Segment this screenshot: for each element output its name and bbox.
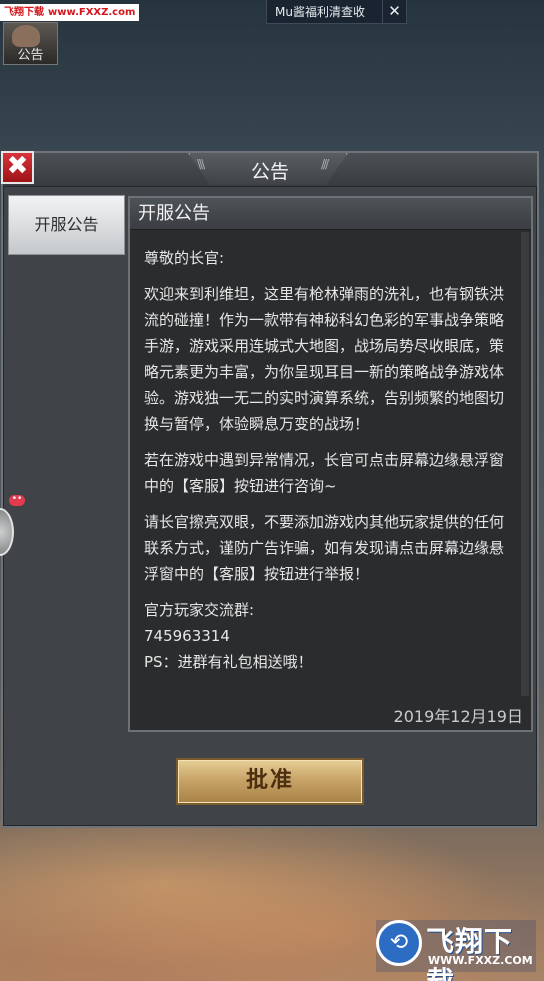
content-panel: 开服公告 尊敬的长官: 欢迎来到利维坦，这里有枪林弹雨的洗礼，也有钢铁洪流的碰撞… (128, 196, 533, 732)
background-sky (0, 0, 544, 160)
intro-paragraph: 欢迎来到利维坦，这里有枪林弹雨的洗礼，也有钢铁洪流的碰撞！作为一款带有神秘科幻色… (144, 285, 505, 433)
notice-button[interactable]: 公告 (3, 22, 58, 65)
group-number: 745963314 (144, 627, 230, 645)
ps-note: PS：进群有礼包相送哦！ (144, 653, 313, 671)
top-toast[interactable]: Mu酱福利清查收 ✕ (266, 0, 407, 24)
panel-body[interactable]: 尊敬的长官: 欢迎来到利维坦，这里有枪林弹雨的洗礼，也有钢铁洪流的碰撞！作为一款… (130, 231, 517, 698)
approve-button[interactable]: 批准 (176, 758, 364, 805)
watermark-emblem-icon: ⟲ (376, 920, 422, 966)
warning-paragraph: 请长官擦亮双眼，不要添加游戏内其他玩家提供的任何联系方式，谨防广告诈骗，如有发现… (144, 513, 505, 583)
support-paragraph: 若在游戏中遇到异常情况，长官可点击屏幕边缘悬浮窗中的【客服】按钮进行咨询~ (144, 451, 505, 495)
watermark-brand: 飞翔下载 (4, 7, 44, 18)
watermark-top: 飞翔下载 www.FXXZ.com (0, 4, 140, 21)
notice-date: 2019年12月19日 (393, 707, 523, 726)
panel-header: 开服公告 (130, 198, 531, 230)
watermark-logo-brand: 飞翔下载 (426, 925, 514, 981)
notice-button-label: 公告 (17, 48, 44, 63)
toast-close-icon[interactable]: ✕ (382, 0, 406, 24)
toast-text: Mu酱福利清查收 (275, 5, 365, 19)
dialog-title: 公告 (250, 161, 289, 183)
watermark-logo-url: WWW.FXXZ.COM (428, 954, 533, 967)
close-button[interactable]: ✖ (1, 151, 34, 184)
tab-server-opening-notice[interactable]: 开服公告 (8, 195, 125, 255)
watermark-url: www.FXXZ.com (48, 7, 136, 18)
greeting: 尊敬的长官: (144, 249, 225, 267)
panel-scrollbar[interactable] (521, 232, 529, 696)
group-label: 官方玩家交流群: (144, 601, 255, 619)
float-badge: •• (9, 495, 25, 506)
watermark-logo: ⟲ 飞翔下载 WWW.FXXZ.COM (376, 920, 536, 981)
